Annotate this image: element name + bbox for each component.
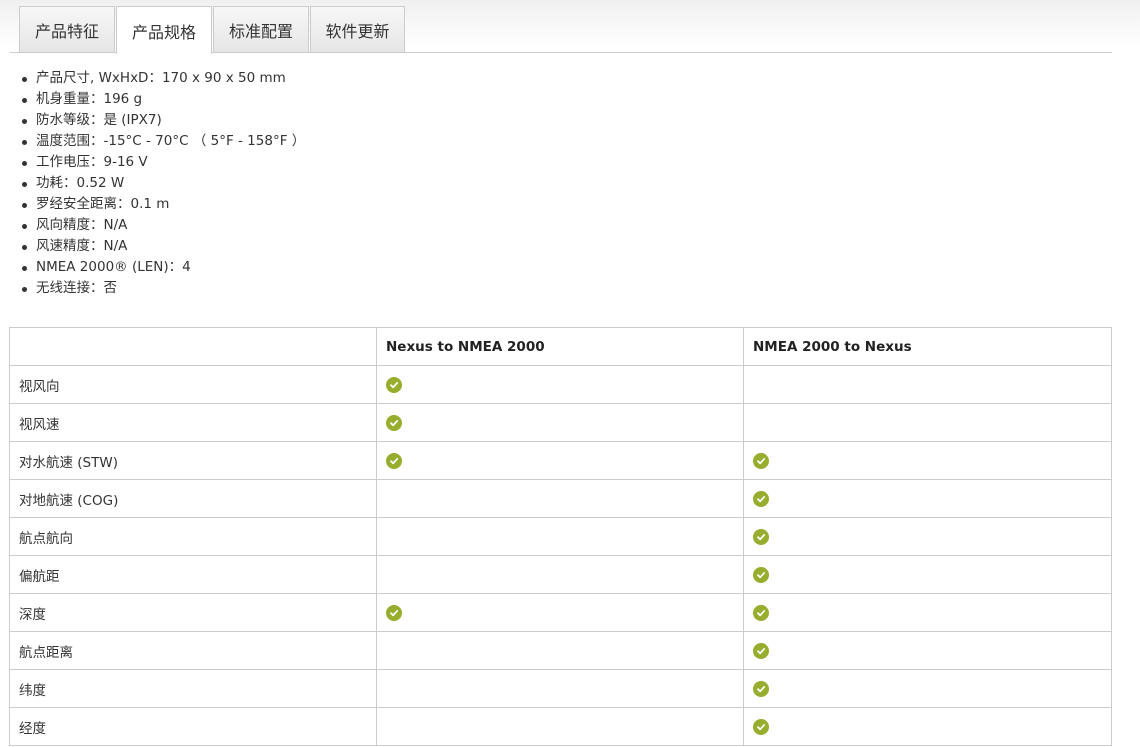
- table-row: 深度: [9, 593, 1112, 632]
- cell-nexus-to-nmea: [376, 441, 744, 480]
- cell-nexus-to-nmea: [376, 517, 744, 556]
- cell-nexus-to-nmea: [376, 707, 744, 746]
- table-row: 经度: [9, 707, 1112, 746]
- spec-list: 产品尺寸, WxHxD：170 x 90 x 50 mm 机身重量：196 g …: [20, 68, 305, 299]
- spec-item: 机身重量：196 g: [20, 89, 305, 110]
- tab-standard-config[interactable]: 标准配置: [213, 6, 309, 52]
- table-row: 航点航向: [9, 517, 1112, 556]
- cell-nmea-to-nexus: [743, 593, 1112, 632]
- check-circle-icon: [386, 414, 402, 431]
- row-label: 航点距离: [9, 631, 377, 670]
- tab-specifications[interactable]: 产品规格: [116, 6, 212, 54]
- cell-nmea-to-nexus: [743, 479, 1112, 518]
- header-cell-nmea-to-nexus: NMEA 2000 to Nexus: [743, 327, 1112, 366]
- cell-nexus-to-nmea: [376, 631, 744, 670]
- row-label: 对水航速 (STW): [9, 441, 377, 480]
- row-label: 经度: [9, 707, 377, 746]
- check-circle-icon: [753, 718, 769, 735]
- table-header-row: Nexus to NMEA 2000 NMEA 2000 to Nexus: [9, 327, 1112, 366]
- check-circle-icon: [753, 566, 769, 583]
- spec-item: 温度范围：-15°C - 70°C （ 5°F - 158°F ）: [20, 131, 305, 152]
- cell-nmea-to-nexus: [743, 441, 1112, 480]
- check-circle-icon: [753, 604, 769, 621]
- spec-item: 工作电压：9-16 V: [20, 152, 305, 173]
- cell-nmea-to-nexus: [743, 403, 1112, 442]
- tab-label: 标准配置: [228, 21, 293, 41]
- spec-item: 风速精度：N/A: [20, 236, 305, 257]
- table-row: 视风向: [9, 365, 1112, 404]
- check-circle-icon: [386, 376, 402, 393]
- tab-label: 软件更新: [325, 21, 390, 41]
- check-circle-icon: [386, 452, 402, 469]
- spec-item: 防水等级：是 (IPX7): [20, 110, 305, 131]
- tab-label: 产品规格: [131, 22, 196, 42]
- cell-nexus-to-nmea: [376, 479, 744, 518]
- row-label: 深度: [9, 593, 377, 632]
- cell-nexus-to-nmea: [376, 669, 744, 708]
- row-label: 纬度: [9, 669, 377, 708]
- spec-item: NMEA 2000® (LEN)：4: [20, 257, 305, 278]
- cell-nmea-to-nexus: [743, 517, 1112, 556]
- cell-nexus-to-nmea: [376, 593, 744, 632]
- row-label: 偏航距: [9, 555, 377, 594]
- cell-nmea-to-nexus: [743, 365, 1112, 404]
- check-circle-icon: [753, 642, 769, 659]
- cell-nmea-to-nexus: [743, 669, 1112, 708]
- table-row: 对水航速 (STW): [9, 441, 1112, 480]
- row-label: 视风速: [9, 403, 377, 442]
- tab-label: 产品特征: [34, 21, 99, 41]
- cell-nexus-to-nmea: [376, 403, 744, 442]
- tab-bar: 产品特征 产品规格 标准配置 软件更新: [0, 0, 1140, 54]
- cell-nmea-to-nexus: [743, 707, 1112, 746]
- cell-nexus-to-nmea: [376, 365, 744, 404]
- table-row: 偏航距: [9, 555, 1112, 594]
- table-row: 航点距离: [9, 631, 1112, 670]
- cell-nexus-to-nmea: [376, 555, 744, 594]
- table-row: 对地航速 (COG): [9, 479, 1112, 518]
- spec-item: 风向精度：N/A: [20, 215, 305, 236]
- check-circle-icon: [753, 528, 769, 545]
- table-row: 视风速: [9, 403, 1112, 442]
- table-row: 纬度: [9, 669, 1112, 708]
- header-cell-nexus-to-nmea: Nexus to NMEA 2000: [376, 327, 744, 366]
- tab-features[interactable]: 产品特征: [19, 6, 115, 52]
- check-circle-icon: [753, 452, 769, 469]
- check-circle-icon: [753, 680, 769, 697]
- spec-item: 无线连接：否: [20, 278, 305, 299]
- check-circle-icon: [753, 490, 769, 507]
- header-cell-empty: [9, 327, 377, 366]
- spec-item: 功耗：0.52 W: [20, 173, 305, 194]
- check-circle-icon: [386, 604, 402, 621]
- spec-item: 罗经安全距离：0.1 m: [20, 194, 305, 215]
- cell-nmea-to-nexus: [743, 555, 1112, 594]
- row-label: 对地航速 (COG): [9, 479, 377, 518]
- row-label: 视风向: [9, 365, 377, 404]
- cell-nmea-to-nexus: [743, 631, 1112, 670]
- tab-software-updates[interactable]: 软件更新: [310, 6, 405, 52]
- compatibility-table: Nexus to NMEA 2000 NMEA 2000 to Nexus 视风…: [9, 327, 1112, 746]
- spec-item: 产品尺寸, WxHxD：170 x 90 x 50 mm: [20, 68, 305, 89]
- row-label: 航点航向: [9, 517, 377, 556]
